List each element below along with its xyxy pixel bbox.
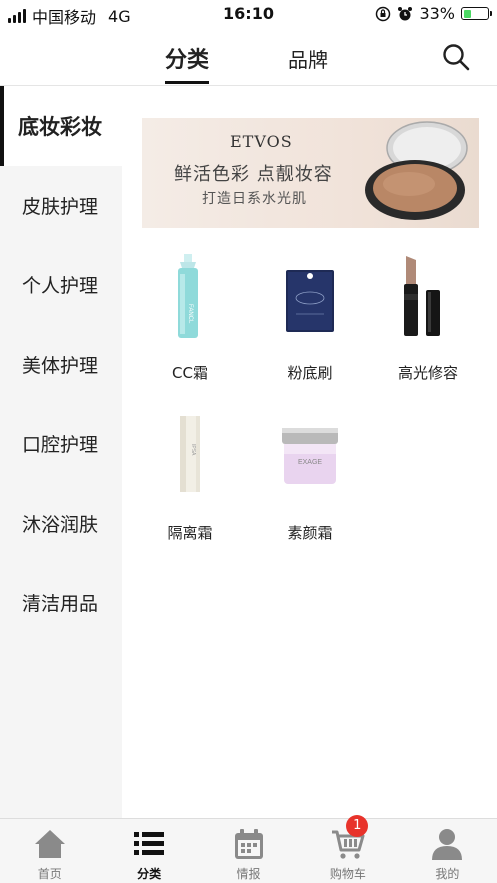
- product-label: 高光修容: [397, 364, 458, 382]
- category-content: ETVOS 鲜活色彩 点靓妆容 打造日系水光肌 FANCL CC霜 粉底刷 高光…: [122, 86, 497, 818]
- tab-category-label: 分类: [137, 867, 162, 881]
- status-right: 33%: [375, 4, 492, 23]
- product-label: 素颜霜: [287, 524, 333, 542]
- cream-jar-icon: EXAGE: [282, 428, 338, 484]
- tab-brand[interactable]: 品牌: [288, 44, 328, 73]
- product-label: 粉底刷: [287, 364, 333, 382]
- product-primer[interactable]: IPSA 隔离霜: [132, 414, 248, 543]
- tab-news[interactable]: 情报: [199, 819, 298, 883]
- tab-cart-label: 购物车: [329, 867, 366, 881]
- svg-text:EXAGE: EXAGE: [298, 459, 322, 466]
- primer-tube-icon: IPSA: [180, 416, 200, 492]
- sidebar-item-bath[interactable]: 沐浴润肤: [0, 484, 122, 564]
- status-bar: 中国移动 4G 16:10 33%: [0, 0, 497, 28]
- sidebar-item-oral-care[interactable]: 口腔护理: [0, 404, 122, 484]
- user-icon: [432, 829, 463, 860]
- sidebar-item-cleaning[interactable]: 清洁用品: [0, 563, 122, 643]
- calendar-icon: [234, 829, 263, 859]
- banner-brand: ETVOS: [230, 132, 293, 151]
- tab-home-label: 首页: [37, 867, 62, 881]
- battery-percent: 33%: [419, 4, 455, 23]
- product-label: CC霜: [172, 364, 208, 382]
- tab-cart[interactable]: 1 购物车: [298, 815, 397, 883]
- highlighter-stick-icon: [404, 256, 440, 336]
- battery-icon: [461, 7, 492, 20]
- sidebar-item-skincare[interactable]: 皮肤护理: [0, 166, 122, 246]
- product-foundation-brush[interactable]: 粉底刷: [252, 254, 368, 383]
- sidebar-item-makeup[interactable]: 底妆彩妆: [0, 86, 122, 166]
- svg-text:IPSA: IPSA: [190, 444, 196, 456]
- product-highlighter[interactable]: 高光修容: [370, 254, 486, 383]
- sidebar-item-personal-care[interactable]: 个人护理: [0, 245, 122, 325]
- tab-home[interactable]: 首页: [0, 819, 99, 883]
- banner-headline: 鲜活色彩 点靓妆容: [174, 164, 333, 185]
- list-icon: [134, 832, 165, 855]
- product-label: 隔离霜: [167, 524, 213, 542]
- top-navigation: 分类 品牌: [0, 28, 497, 86]
- alarm-icon: [398, 6, 413, 20]
- search-icon[interactable]: [441, 42, 471, 72]
- compact-powder-image: [365, 121, 468, 220]
- category-sidebar: 底妆彩妆 皮肤护理 个人护理 美体护理 口腔护理 沐浴润肤 清洁用品: [0, 86, 122, 818]
- rotation-lock-icon: [376, 6, 391, 21]
- tab-category[interactable]: 分类: [165, 42, 210, 84]
- product-cc-cream[interactable]: FANCL CC霜: [132, 254, 248, 383]
- promo-banner[interactable]: ETVOS 鲜活色彩 点靓妆容 打造日系水光肌: [142, 118, 479, 228]
- banner-subline: 打造日系水光肌: [202, 191, 307, 207]
- bottom-tab-bar: 首页 分类 情报 1 购物车 我的: [0, 815, 497, 883]
- foundation-brush-pack-icon: [286, 270, 334, 332]
- product-tone-up-cream[interactable]: EXAGE 素颜霜: [252, 414, 368, 543]
- svg-text:FANCL: FANCL: [187, 304, 193, 324]
- sidebar-item-body-care[interactable]: 美体护理: [0, 325, 122, 405]
- tab-category[interactable]: 分类: [99, 819, 198, 883]
- home-icon: [34, 830, 65, 858]
- tab-profile[interactable]: 我的: [398, 819, 497, 883]
- tab-profile-label: 我的: [435, 867, 460, 881]
- cc-cream-bottle-icon: FANCL: [178, 254, 198, 338]
- tab-news-label: 情报: [236, 867, 261, 881]
